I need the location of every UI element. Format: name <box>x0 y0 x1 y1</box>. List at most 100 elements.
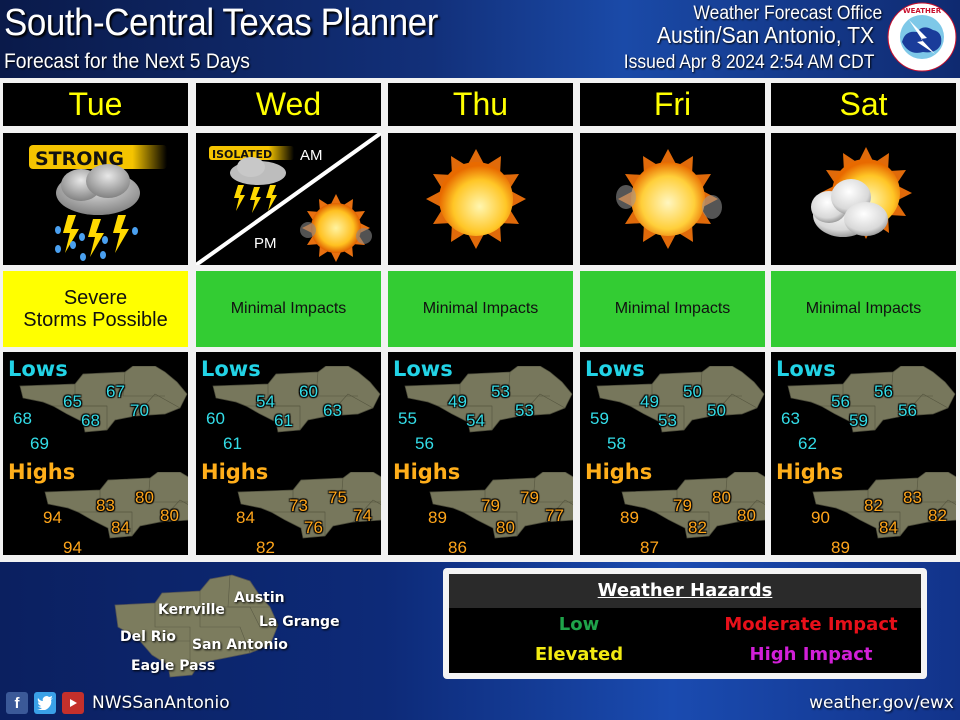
low-temp-value: 63 <box>323 401 342 420</box>
low-temp-value: 56 <box>898 401 917 420</box>
high-temp-value: 80 <box>135 488 154 507</box>
svg-text:AM: AM <box>300 147 323 164</box>
impact-text: Minimal Impacts <box>230 300 347 317</box>
low-temp-value: 63 <box>781 409 800 428</box>
impact-text-line2: Storms Possible <box>23 309 168 331</box>
day-column-fri: Fri Minimal Impacts Lows Highs 59 49 50 53 50 5… <box>580 83 765 555</box>
low-temp-value: 60 <box>206 409 225 428</box>
high-temp-value: 73 <box>289 496 308 515</box>
high-temp-value: 84 <box>111 518 130 537</box>
impact-box: Severe Storms Possible <box>3 271 188 347</box>
high-temp-value: 80 <box>160 506 179 525</box>
weather-icon-panel: ISOLATED AM PM <box>196 133 381 265</box>
hazard-level-high: High Impact <box>749 644 873 665</box>
reference-map: Austin Kerrville La Grange Del Rio San A… <box>110 567 340 682</box>
facebook-icon[interactable]: f <box>6 692 28 714</box>
low-temp-value: 49 <box>448 392 467 411</box>
hazard-legend: Weather Hazards Low Moderate Impact Elev… <box>443 568 927 679</box>
svg-text:PM: PM <box>254 235 277 252</box>
footer-area: Austin Kerrville La Grange Del Rio San A… <box>0 562 960 720</box>
day-column-thu: Thu Minimal Impacts Lows Highs 55 49 53 54 53 5… <box>388 83 573 555</box>
low-temp-value: 67 <box>106 382 125 401</box>
high-temp-value: 89 <box>831 538 850 555</box>
impact-text: Minimal Impacts <box>422 300 539 317</box>
low-temp-value: 58 <box>607 434 626 453</box>
low-temp-value: 53 <box>515 401 534 420</box>
impact-box: Minimal Impacts <box>580 271 765 347</box>
twitter-icon[interactable] <box>34 692 56 714</box>
hazard-level-low: Low <box>558 614 600 635</box>
high-temp-value: 74 <box>353 506 372 525</box>
high-temp-value: 89 <box>428 508 447 527</box>
high-temp-value: 82 <box>928 506 947 525</box>
city-label: Del Rio <box>120 629 176 645</box>
high-temp-value: 87 <box>640 538 659 555</box>
low-temp-value: 62 <box>798 434 817 453</box>
lows-map-shape <box>596 366 765 433</box>
lows-map-shape <box>212 366 381 433</box>
isolated-thunderstorm-am-sunny-pm-icon: ISOLATED AM PM <box>196 133 381 265</box>
impact-box: Minimal Impacts <box>388 271 573 347</box>
youtube-icon[interactable] <box>62 692 84 714</box>
high-temp-value: 83 <box>96 496 115 515</box>
low-temp-value: 54 <box>466 411 485 430</box>
low-temp-value: 56 <box>874 382 893 401</box>
low-temp-value: 70 <box>130 401 149 420</box>
high-temp-value: 77 <box>545 506 564 525</box>
day-header: Sat <box>771 83 956 126</box>
day-header: Tue <box>3 83 188 126</box>
city-label: San Antonio <box>192 637 288 653</box>
nws-logo-icon: WEATHER <box>887 2 957 72</box>
sunny-icon <box>426 149 526 249</box>
city-label: La Grange <box>259 614 340 630</box>
high-temp-value: 90 <box>811 508 830 527</box>
temperature-map-panel: Lows Highs 63 56 56 59 56 62 90 82 83 84 82 89 <box>771 352 956 555</box>
high-temp-value: 84 <box>236 508 255 527</box>
low-temp-value: 59 <box>590 409 609 428</box>
high-temp-value: 89 <box>620 508 639 527</box>
impact-text: Minimal Impacts <box>614 300 731 317</box>
hazard-level-moderate: Moderate Impact <box>724 614 898 635</box>
impact-text-line1: Severe <box>63 287 128 309</box>
weather-icon-panel: STRONG <box>3 133 188 265</box>
low-temp-value: 50 <box>707 401 726 420</box>
weather-icon-panel <box>771 133 956 265</box>
mostly-sunny-icon <box>616 149 722 249</box>
lows-map-shape <box>19 366 188 433</box>
social-handle[interactable]: NWSSanAntonio <box>92 693 230 713</box>
high-temp-value: 83 <box>903 488 922 507</box>
low-temp-value: 55 <box>398 409 417 428</box>
partly-cloudy-icon <box>811 147 912 239</box>
impact-box: Minimal Impacts <box>196 271 381 347</box>
impact-text: Minimal Impacts <box>805 300 922 317</box>
hazard-legend-title: Weather Hazards <box>449 574 921 608</box>
day-column-tue: Tue STRONG Severe Storms Possible Lows H… <box>3 83 188 555</box>
low-temp-value: 61 <box>223 434 242 453</box>
day-column-sat: Sat Minimal Impacts Lows Highs 63 56 56 59 56 6… <box>771 83 956 555</box>
low-temp-value: 68 <box>81 411 100 430</box>
low-temp-value: 60 <box>299 382 318 401</box>
temperature-map-panel: Lows Highs 55 49 53 54 53 56 89 79 79 80 77 86 <box>388 352 573 555</box>
temperature-map-panel: Lows Highs 60 54 60 61 63 61 84 73 75 76 74 82 <box>196 352 381 555</box>
low-temp-value: 65 <box>63 392 82 411</box>
low-temp-value: 56 <box>415 434 434 453</box>
day-header: Wed <box>196 83 381 126</box>
page-subtitle: Forecast for the Next 5 Days <box>4 50 250 73</box>
high-temp-value: 82 <box>864 496 883 515</box>
low-temp-value: 50 <box>683 382 702 401</box>
weather-icon-panel <box>388 133 573 265</box>
day-header: Fri <box>580 83 765 126</box>
high-temp-value: 94 <box>63 538 82 555</box>
high-temp-value: 84 <box>879 518 898 537</box>
high-temp-value: 79 <box>520 488 539 507</box>
high-temp-value: 75 <box>328 488 347 507</box>
high-temp-value: 80 <box>737 506 756 525</box>
strong-thunderstorm-icon: STRONG <box>29 145 167 261</box>
city-label: Eagle Pass <box>131 658 216 674</box>
low-temp-value: 53 <box>491 382 510 401</box>
low-temp-value: 59 <box>849 411 868 430</box>
website-link[interactable]: weather.gov/ewx <box>809 693 954 713</box>
low-temp-value: 53 <box>658 411 677 430</box>
issued-time: Issued Apr 8 2024 2:54 AM CDT <box>623 52 874 73</box>
high-temp-value: 79 <box>481 496 500 515</box>
